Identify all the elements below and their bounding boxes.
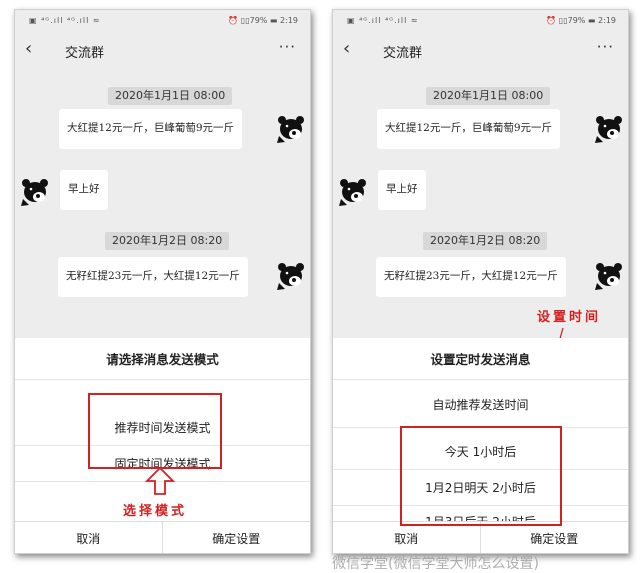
status-bar: ▣ ⁴ᴳ.ıll ⁴ᴳ.ıll ≈ ⏰ ▯▯79% ▬ 2:19 xyxy=(15,10,310,32)
chat-navbar: ‹ 交流群 ··· xyxy=(333,32,628,68)
highlight-box xyxy=(400,426,562,526)
chat-title: 交流群 xyxy=(65,46,105,61)
confirm-settings-button[interactable]: 确定设置 xyxy=(163,522,311,553)
chat-title: 交流群 xyxy=(383,46,423,61)
signal-indicators: ▣ ⁴ᴳ.ıll ⁴ᴳ.ıll ≈ xyxy=(347,16,419,25)
bear-avatar-icon[interactable] xyxy=(275,112,307,144)
back-icon[interactable]: ‹ xyxy=(25,38,32,59)
confirm-settings-button[interactable]: 确定设置 xyxy=(481,522,629,553)
cancel-button[interactable]: 取消 xyxy=(333,522,481,553)
status-bar: ▣ ⁴ᴳ.ıll ⁴ᴳ.ıll ≈ ⏰ ▯▯79% ▬ 2:19 xyxy=(333,10,628,32)
right-phone-screen: ▣ ⁴ᴳ.ıll ⁴ᴳ.ıll ≈ ⏰ ▯▯79% ▬ 2:19 ‹ 交流群 ·… xyxy=(332,9,629,554)
annotation-select-mode: 选择模式 xyxy=(123,504,188,519)
chat-navbar: ‹ 交流群 ··· xyxy=(15,32,310,68)
battery-time: ⏰ ▯▯79% ▬ 2:19 xyxy=(228,16,298,25)
bear-avatar-icon[interactable] xyxy=(19,175,51,207)
arrow-up-icon xyxy=(145,466,175,495)
more-icon[interactable]: ··· xyxy=(279,38,296,56)
timestamp: 2020年1月1日 08:00 xyxy=(426,87,551,105)
message-bubble[interactable]: 大红提12元一斤，巨峰葡萄9元一斤 xyxy=(377,109,561,149)
message-bubble[interactable]: 大红提12元一斤，巨峰葡萄9元一斤 xyxy=(59,109,243,149)
sheet-title: 设置定时发送消息 xyxy=(333,338,628,380)
bear-avatar-icon[interactable] xyxy=(337,175,369,207)
bear-avatar-icon[interactable] xyxy=(593,112,625,144)
message-bubble[interactable]: 早上好 xyxy=(60,170,108,210)
timestamp: 2020年1月2日 08:20 xyxy=(423,232,548,250)
sheet-title: 请选择消息发送模式 xyxy=(15,338,310,380)
bear-avatar-icon[interactable] xyxy=(275,259,307,291)
signal-indicators: ▣ ⁴ᴳ.ıll ⁴ᴳ.ıll ≈ xyxy=(29,16,101,25)
message-bubble[interactable]: 无籽红提23元一斤，大红提12元一斤 xyxy=(58,257,248,297)
more-icon[interactable]: ··· xyxy=(597,38,614,56)
watermark-text: 微信学堂(微信学堂大师怎么设置) xyxy=(332,556,539,572)
bear-avatar-icon[interactable] xyxy=(593,259,625,291)
highlight-box xyxy=(88,393,222,469)
annotation-set-time: 设置时间 xyxy=(537,310,602,325)
sheet-footer: 取消 确定设置 xyxy=(15,521,311,553)
timestamp: 2020年1月1日 08:00 xyxy=(108,87,233,105)
left-phone-screen: ▣ ⁴ᴳ.ıll ⁴ᴳ.ıll ≈ ⏰ ▯▯79% ▬ 2:19 ‹ 交流群 ·… xyxy=(14,9,311,554)
battery-time: ⏰ ▯▯79% ▬ 2:19 xyxy=(546,16,616,25)
message-bubble[interactable]: 早上好 xyxy=(378,170,426,210)
cancel-button[interactable]: 取消 xyxy=(15,522,163,553)
message-bubble[interactable]: 无籽红提23元一斤，大红提12元一斤 xyxy=(376,257,566,297)
back-icon[interactable]: ‹ xyxy=(343,38,350,59)
timestamp: 2020年1月2日 08:20 xyxy=(105,232,230,250)
auto-recommend-time-option[interactable]: 自动推荐发送时间 xyxy=(333,382,628,428)
